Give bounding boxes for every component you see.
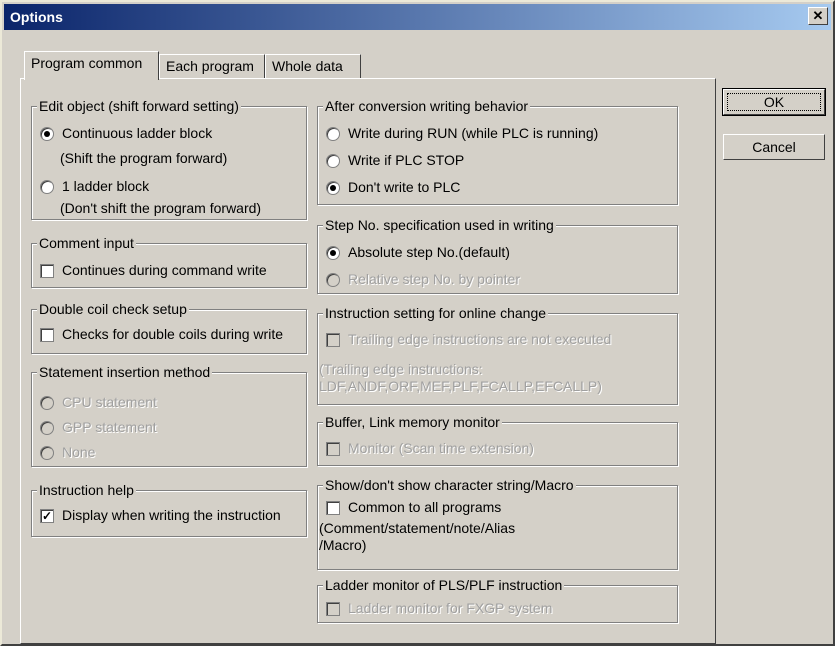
absolute-step-radio[interactable]: Absolute step No.(default) [326,244,510,261]
close-button[interactable]: ✕ [808,7,828,25]
group-title: Statement insertion method [37,364,213,381]
radio-label: 1 ladder block [62,178,150,194]
buffer-monitor-group: Buffer, Link memory monitor Monitor (Sca… [317,414,678,466]
checkbox-label: Ladder monitor for FXGP system [348,600,553,616]
checkbox-label: Monitor (Scan time extension) [348,440,534,456]
tab-panel: Edit object (shift forward setting) Cont… [20,78,716,644]
double-coil-group: Double coil check setup Checks for doubl… [31,301,307,354]
one-ladder-block-radio[interactable]: 1 ladder block [40,178,149,195]
ladder-monitor-checkbox: Ladder monitor for FXGP system [326,600,552,617]
checkbox-label: Trailing edge instructions are not execu… [348,331,612,347]
checkbox-label: Display when writing the instruction [62,507,281,523]
show-string-note-1: (Comment/statement/note/Alias [319,520,516,536]
checkbox-label: Continues during command write [62,262,267,278]
checkbox-indicator [326,500,340,515]
online-change-group: Instruction setting for online change Tr… [317,305,678,405]
group-title: Step No. specification used in writing [323,217,556,234]
step-no-group: Step No. specification used in writing A… [317,217,678,294]
group-title: Edit object (shift forward setting) [37,98,241,115]
instruction-help-group: Instruction help ✓ Display when writing t… [31,482,307,537]
tab-label: Whole data [272,58,343,74]
radio-indicator [326,153,340,168]
title-bar[interactable]: Options ✕ [4,4,831,30]
focus-rect [727,93,821,111]
radio-indicator [326,245,340,260]
trailing-edge-note-2: LDF,ANDF,ORF,MEF,PLF,FCALLP,EFCALLP) [319,378,602,394]
group-title: Instruction setting for online change [323,305,549,322]
common-all-programs-checkbox[interactable]: Common to all programs [326,499,501,516]
group-title: Show/don't show character string/Macro [323,477,576,494]
radio-label: Don't write to PLC [348,179,461,195]
checkbox-indicator [40,263,54,278]
show-string-note-2: /Macro) [319,537,367,553]
radio-label: CPU statement [62,394,157,410]
cpu-statement-radio: CPU statement [40,394,157,411]
tab-program-common[interactable]: Program common [24,51,159,80]
cancel-button[interactable]: Cancel [723,134,825,160]
checkbox-indicator [326,601,340,616]
radio-indicator [40,445,54,460]
dialog-title: Options [10,9,63,25]
group-title: Instruction help [37,482,136,499]
checkbox-indicator [326,332,340,347]
double-coil-checkbox[interactable]: Checks for double coils during write [40,326,283,343]
ok-button[interactable]: OK [722,88,826,116]
close-icon: ✕ [812,8,824,23]
checkbox-label: Common to all programs [348,499,502,515]
write-if-stop-radio[interactable]: Write if PLC STOP [326,152,464,169]
radio-label: Continuous ladder block [62,125,213,141]
checkbox-indicator [326,441,340,456]
tab-each-program[interactable]: Each program [159,54,265,78]
show-string-group: Show/don't show character string/Macro C… [317,477,678,570]
none-radio: None [40,444,95,461]
group-title: Comment input [37,235,136,252]
radio-indicator [326,126,340,141]
group-title: After conversion writing behavior [323,98,531,115]
checkbox-label: Checks for double coils during write [62,326,283,342]
display-instruction-checkbox[interactable]: ✓ Display when writing the instruction [40,507,281,524]
radio-indicator [326,272,340,287]
radio-label: GPP statement [62,419,157,435]
statement-insertion-group: Statement insertion method CPU statement… [31,364,307,467]
radio-label: Write if PLC STOP [348,152,465,168]
write-during-run-radio[interactable]: Write during RUN (while PLC is running) [326,125,598,142]
radio-indicator [40,420,54,435]
trailing-edge-checkbox: Trailing edge instructions are not execu… [326,331,611,348]
relative-step-radio: Relative step No. by pointer [326,271,520,288]
radio-label: Absolute step No.(default) [348,244,510,260]
dont-write-radio[interactable]: Don't write to PLC [326,179,460,196]
options-dialog: Options ✕ Program common Each program Wh… [0,0,835,646]
continuous-note: (Shift the program forward) [60,150,228,166]
group-title: Ladder monitor of PLS/PLF instruction [323,577,565,594]
radio-indicator [40,395,54,410]
check-icon: ✓ [40,508,54,523]
checkbox-indicator [40,327,54,342]
continues-command-write-checkbox[interactable]: Continues during command write [40,262,267,279]
radio-label: Relative step No. by pointer [348,271,520,287]
radio-indicator [40,126,54,141]
trailing-edge-note-1: (Trailing edge instructions: [319,361,483,377]
group-title: Buffer, Link memory monitor [323,414,502,431]
after-conversion-group: After conversion writing behavior Write … [317,98,678,205]
tab-label: Program common [31,55,143,71]
tab-whole-data[interactable]: Whole data [265,54,361,78]
ladder-monitor-group: Ladder monitor of PLS/PLF instruction La… [317,577,678,623]
radio-indicator [40,179,54,194]
gpp-statement-radio: GPP statement [40,419,157,436]
radio-label: Write during RUN (while PLC is running) [348,125,599,141]
tab-label: Each program [166,58,254,74]
group-title: Double coil check setup [37,301,189,318]
monitor-scan-checkbox: Monitor (Scan time extension) [326,440,534,457]
radio-indicator [326,180,340,195]
one-block-note: (Don't shift the program forward) [60,200,262,216]
continuous-ladder-radio[interactable]: Continuous ladder block [40,125,212,142]
button-label: Cancel [752,139,796,155]
comment-input-group: Comment input Continues during command w… [31,235,307,288]
radio-label: None [62,444,96,460]
edit-object-group: Edit object (shift forward setting) Cont… [31,98,307,220]
